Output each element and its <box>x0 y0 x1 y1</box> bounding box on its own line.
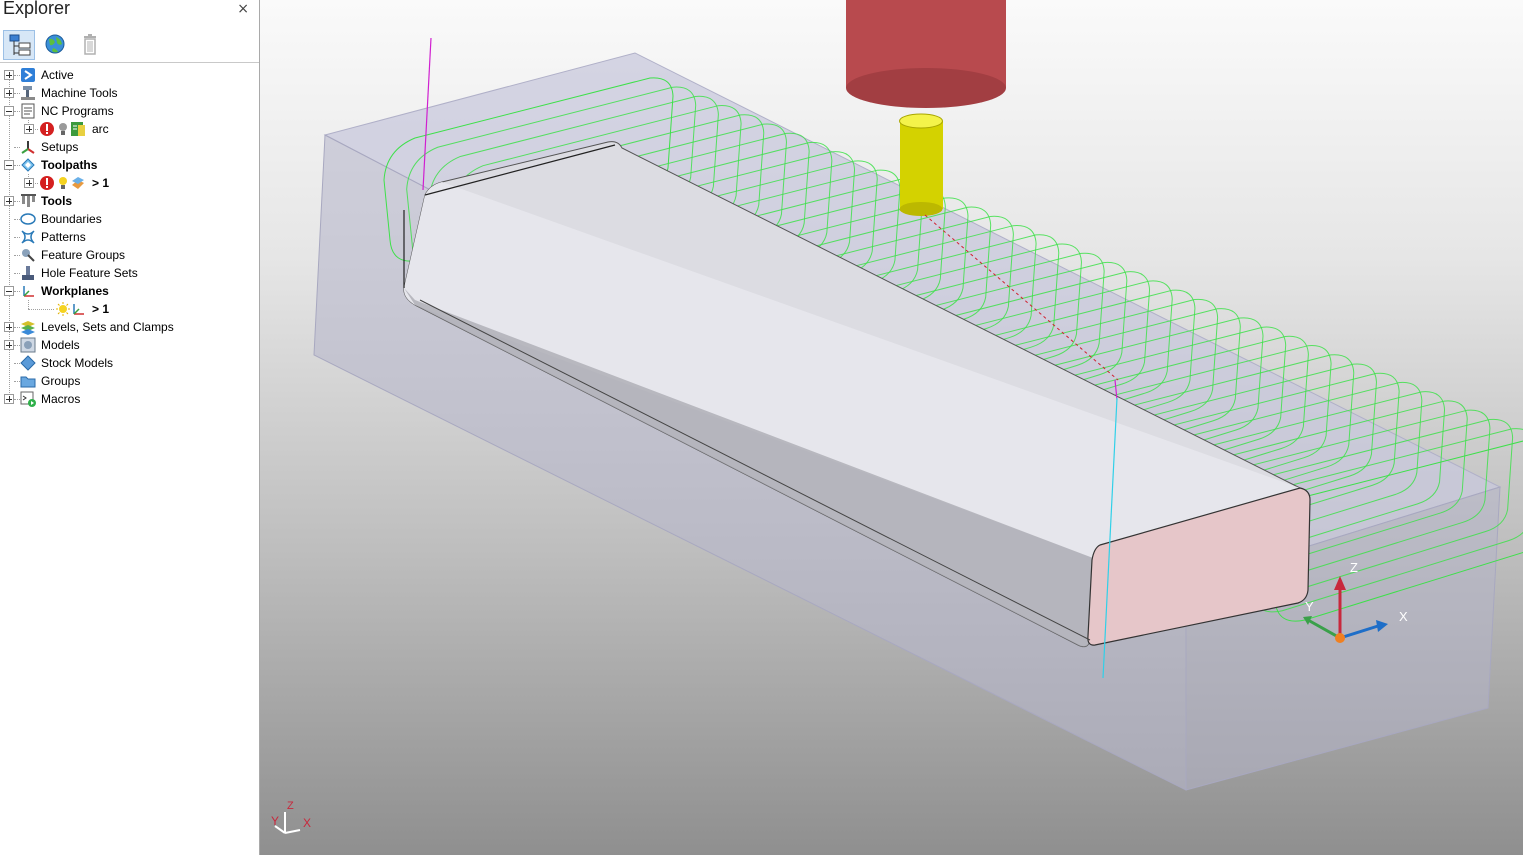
view-z-label: Z <box>287 800 294 812</box>
feature-group-icon <box>22 249 35 262</box>
tree-item-label: Setups <box>41 140 79 154</box>
tools-icon <box>21 194 36 207</box>
error-icon <box>40 176 54 190</box>
workplane-icon <box>23 286 34 297</box>
tree-item-label: Macros <box>41 392 81 406</box>
trash-icon <box>84 34 96 55</box>
tree-item-feature-groups[interactable]: Feature Groups <box>0 246 259 264</box>
expand-toggle[interactable] <box>4 394 14 404</box>
tree-view-button[interactable] <box>3 30 35 60</box>
expand-toggle[interactable] <box>4 88 14 98</box>
tree-item-label: Tools <box>41 194 73 208</box>
active-icon <box>21 68 35 82</box>
tree-item-stock-models[interactable]: Stock Models <box>0 354 259 372</box>
nc-program-edit-icon <box>71 122 85 136</box>
tree-item-toolpaths[interactable]: Toolpaths <box>0 156 259 174</box>
folder-icon <box>20 376 36 388</box>
setup-icon <box>21 141 35 154</box>
tree-item-toolpath-1[interactable]: > 1 <box>0 174 259 192</box>
boundary-icon <box>20 213 36 225</box>
tree-item-label: Stock Models <box>41 356 114 370</box>
explorer-header: Explorer × <box>0 0 259 22</box>
cad-scene: Z X Y Z X Y <box>271 0 1523 834</box>
hole-feature-icon <box>22 266 34 280</box>
collapse-toggle[interactable] <box>4 286 14 296</box>
tree-item-label: Levels, Sets and Clamps <box>41 320 174 334</box>
tree-item-label: arc <box>92 122 109 136</box>
pattern-icon <box>21 230 35 244</box>
explorer-panel: Explorer × Active Machine Tools NC Progr… <box>0 0 260 855</box>
collapse-toggle[interactable] <box>4 106 14 116</box>
toolpath-icon <box>21 158 35 172</box>
expand-toggle[interactable] <box>24 178 34 188</box>
error-icon <box>40 122 54 136</box>
collapse-toggle[interactable] <box>4 160 14 170</box>
tree-item-active[interactable]: Active <box>0 66 259 84</box>
tree-item-label: Feature Groups <box>41 248 126 262</box>
globe-icon <box>45 34 65 54</box>
workplane-z-label: Z <box>1350 560 1358 575</box>
tree-item-label: Active <box>41 68 74 82</box>
tree-item-label: Patterns <box>41 230 86 244</box>
tree-item-tools[interactable]: Tools <box>0 192 259 210</box>
levels-icon <box>21 321 35 335</box>
tree-item-workplanes[interactable]: Workplanes <box>0 282 259 300</box>
workplane-y-label: Y <box>1305 599 1314 614</box>
tree-item-boundaries[interactable]: Boundaries <box>0 210 259 228</box>
tree-item-setups[interactable]: Setups <box>0 138 259 156</box>
delete-button[interactable] <box>75 30 107 60</box>
close-button[interactable]: × <box>237 1 249 17</box>
toolpath-strategy-icon <box>72 177 84 189</box>
tree-item-label: NC Programs <box>41 104 114 118</box>
expand-toggle[interactable] <box>4 340 14 350</box>
tree-item-arc[interactable]: arc <box>0 120 259 138</box>
expand-toggle[interactable] <box>4 70 14 80</box>
explorer-title: Explorer <box>3 0 71 18</box>
expand-toggle[interactable] <box>4 196 14 206</box>
stock-model-icon <box>20 355 36 371</box>
view-x-label: X <box>303 816 311 830</box>
tree-item-label: > 1 <box>92 302 110 316</box>
explorer-toolbar <box>0 26 259 63</box>
machine-tool-icon <box>21 86 35 100</box>
lightbulb-on-icon <box>59 177 67 189</box>
tree-item-label: Models <box>41 338 80 352</box>
nc-program-icon <box>21 103 35 119</box>
tree-item-nc-programs[interactable]: NC Programs <box>0 102 259 120</box>
lightbulb-on-icon <box>56 302 70 316</box>
tree-item-label: Groups <box>41 374 81 388</box>
view-axes-indicator[interactable]: Z X Y <box>271 800 311 834</box>
graphics-viewport[interactable]: Z X Y Z X Y <box>260 0 1523 855</box>
workplane-x-label: X <box>1399 609 1408 624</box>
web-button[interactable] <box>39 30 71 60</box>
tree-item-label: > 1 <box>92 176 110 190</box>
macro-icon <box>20 391 36 407</box>
tree-item-levels-sets-clamps[interactable]: Levels, Sets and Clamps <box>0 318 259 336</box>
tree-item-macros[interactable]: Macros <box>0 390 259 408</box>
tree-item-label: Toolpaths <box>41 158 98 172</box>
tree-item-machine-tools[interactable]: Machine Tools <box>0 84 259 102</box>
tree-item-label: Hole Feature Sets <box>41 266 138 280</box>
expand-toggle[interactable] <box>4 322 14 332</box>
tree-item-groups[interactable]: Groups <box>0 372 259 390</box>
tree-item-workplane-1[interactable]: > 1 <box>0 300 259 318</box>
tree-item-label: Machine Tools <box>41 86 118 100</box>
tree-item-models[interactable]: Models <box>0 336 259 354</box>
tree-view-icon <box>9 34 31 56</box>
tree-item-hole-feature-sets[interactable]: Hole Feature Sets <box>0 264 259 282</box>
lightbulb-off-icon <box>59 123 67 135</box>
tree-item-label: Workplanes <box>41 284 109 298</box>
view-y-label: Y <box>271 814 279 828</box>
tree-item-label: Boundaries <box>41 212 102 226</box>
explorer-tree: Active Machine Tools NC Programs arc Set… <box>0 66 259 426</box>
tree-item-patterns[interactable]: Patterns <box>0 228 259 246</box>
model-icon <box>20 337 36 353</box>
workplane-icon <box>73 304 84 315</box>
expand-toggle[interactable] <box>24 124 34 134</box>
